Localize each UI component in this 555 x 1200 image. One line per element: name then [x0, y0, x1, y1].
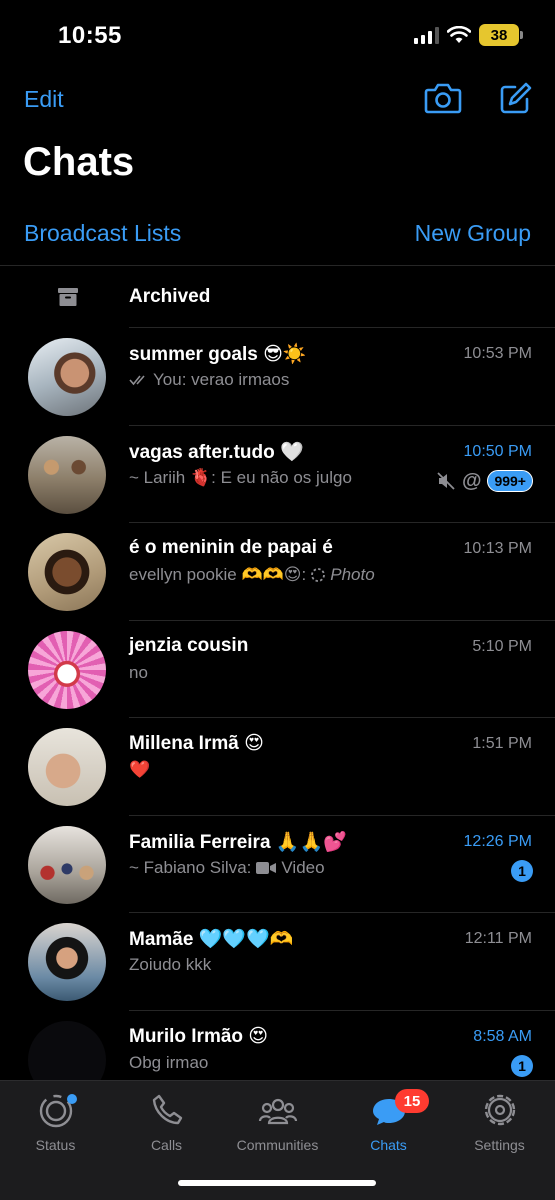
- tab-label: Status: [35, 1137, 76, 1153]
- chat-row[interactable]: Mamãe 🩵🩵🩵🫶 12:11 PM Zoiudo kkk: [0, 913, 555, 1011]
- compose-icon[interactable]: [498, 80, 534, 116]
- chat-row[interactable]: Familia Ferreira 🙏🙏💕 12:26 PM ~ Fabiano …: [0, 816, 555, 913]
- unread-badge: 1: [511, 859, 533, 882]
- chat-preview: ❤️: [129, 760, 151, 779]
- muted-speaker-icon: [437, 472, 455, 490]
- video-label: Video: [281, 857, 325, 877]
- chat-time: 1:51 PM: [472, 735, 532, 752]
- chat-preview: evellyn pookie 🫶🫶😍: Photo: [129, 565, 375, 585]
- photo-label: Photo: [330, 565, 375, 584]
- chat-name: Millena Irmã 😍: [129, 733, 264, 754]
- tab-settings[interactable]: Settings: [444, 1091, 555, 1161]
- tab-label: Settings: [474, 1137, 525, 1153]
- status-icons: 38: [414, 24, 523, 46]
- chat-preview: ~ Fabiano Silva: Video: [129, 858, 325, 878]
- status-time: 10:55: [58, 22, 122, 49]
- avatar[interactable]: [28, 435, 106, 514]
- avatar[interactable]: [28, 630, 106, 709]
- communities-icon: [258, 1098, 297, 1125]
- chat-preview: You: verao irmaos: [129, 370, 289, 390]
- chat-name: vagas after.tudo 🤍: [129, 441, 304, 463]
- tab-status[interactable]: Status: [0, 1091, 111, 1161]
- chat-preview-text: ~ Fabiano Silva:: [129, 857, 252, 877]
- chat-time: 8:58 AM: [473, 1027, 532, 1045]
- chat-row[interactable]: Millena Irmã 😍 1:51 PM ❤️: [0, 718, 555, 816]
- chat-name: Familia Ferreira 🙏🙏💕: [129, 831, 347, 853]
- archived-label: Archived: [129, 286, 211, 307]
- tab-chats[interactable]: 15 Chats: [333, 1089, 444, 1161]
- gear-icon: [484, 1094, 515, 1126]
- status-update-dot: [67, 1094, 77, 1104]
- chat-name: Mamãe 🩵🩵🩵🫶: [129, 929, 294, 950]
- phone-icon: [152, 1094, 182, 1125]
- double-check-icon: [129, 375, 145, 386]
- chat-time: 10:50 PM: [463, 442, 532, 460]
- avatar[interactable]: [28, 825, 106, 904]
- tab-label: Calls: [150, 1137, 183, 1153]
- chat-row[interactable]: é o meninin de papai é 10:13 PM evellyn …: [0, 523, 555, 621]
- tab-label: Chats: [370, 1137, 407, 1153]
- chat-preview-text: evellyn pookie 🫶🫶😍:: [129, 565, 307, 584]
- chat-name: summer goals 😎☀️: [129, 344, 307, 365]
- avatar[interactable]: [28, 728, 106, 806]
- loading-icon: [311, 568, 326, 582]
- tab-calls[interactable]: Calls: [111, 1091, 222, 1161]
- chat-list: summer goals 😎☀️ 10:53 PM You: verao irm…: [0, 328, 555, 1108]
- broadcast-lists-link[interactable]: Broadcast Lists: [24, 220, 181, 247]
- mention-icon: @: [461, 469, 482, 492]
- avatar[interactable]: [28, 923, 106, 1001]
- chat-time: 5:10 PM: [472, 637, 532, 655]
- chats-unread-badge: 15: [395, 1089, 429, 1113]
- links-row: Broadcast Lists New Group: [0, 220, 555, 256]
- new-group-link[interactable]: New Group: [415, 220, 531, 247]
- status-bar: 10:55 38: [0, 0, 555, 70]
- chat-time: 12:26 PM: [463, 832, 532, 850]
- archive-box-icon: [58, 288, 78, 306]
- avatar[interactable]: [28, 338, 106, 416]
- chat-name: é o meninin de papai é: [129, 537, 333, 558]
- chat-name: jenzia cousin: [129, 634, 249, 656]
- chat-time: 10:13 PM: [463, 540, 532, 557]
- video-camera-icon: [256, 861, 277, 874]
- battery-icon: 38: [479, 24, 523, 46]
- wifi-icon: [447, 26, 471, 43]
- home-indicator[interactable]: [178, 1180, 376, 1186]
- tab-label: Communities: [236, 1137, 319, 1153]
- chat-preview: ~ Lariih 🫀: E eu não os julgo: [129, 467, 352, 487]
- chat-meta: @ 999+: [436, 470, 533, 493]
- chat-time: 10:53 PM: [463, 345, 532, 362]
- nav-row: Edit: [0, 78, 555, 122]
- chat-row[interactable]: vagas after.tudo 🤍 10:50 PM ~ Lariih 🫀: …: [0, 426, 555, 523]
- cellular-signal-icon: [414, 26, 439, 44]
- unread-badge: 999+: [487, 470, 533, 492]
- chat-meta: 1: [511, 859, 533, 882]
- archived-row[interactable]: Archived: [0, 266, 555, 328]
- chat-time: 12:11 PM: [464, 930, 532, 947]
- chat-name: Murilo Irmão 😍: [129, 1025, 269, 1047]
- chat-row[interactable]: jenzia cousin 5:10 PM no: [0, 621, 555, 718]
- chat-preview: Zoiudo kkk: [129, 955, 212, 974]
- page-title: Chats: [23, 140, 135, 184]
- chat-preview: Obg irmao: [129, 1052, 209, 1072]
- camera-icon[interactable]: [424, 80, 462, 116]
- unread-badge: 1: [511, 1054, 533, 1077]
- chat-preview: no: [129, 662, 148, 682]
- edit-button[interactable]: Edit: [24, 86, 64, 113]
- chat-row[interactable]: summer goals 😎☀️ 10:53 PM You: verao irm…: [0, 328, 555, 426]
- tab-communities[interactable]: Communities: [222, 1091, 333, 1161]
- chat-preview-text: You: verao irmaos: [153, 370, 290, 389]
- avatar[interactable]: [28, 533, 106, 611]
- chat-meta: 1: [511, 1054, 533, 1077]
